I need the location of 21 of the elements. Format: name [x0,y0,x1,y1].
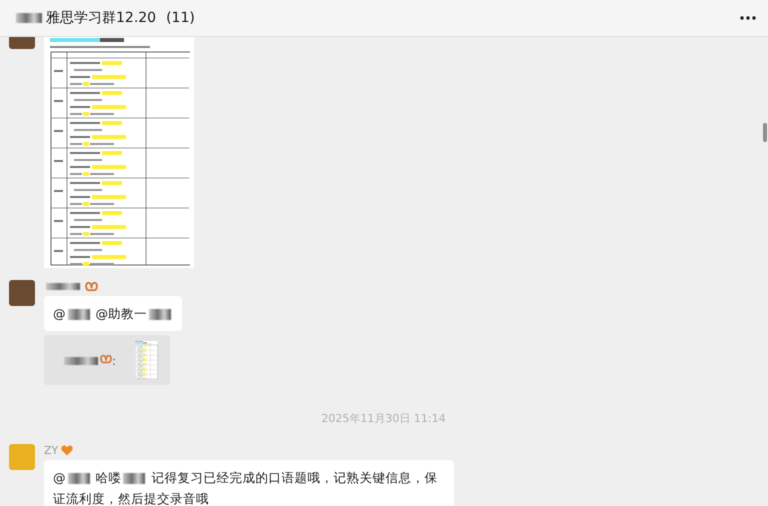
pretzel-icon [85,280,98,292]
redacted-name [16,13,42,23]
sender-name: ZY [44,444,58,456]
timestamp: 2025年11月30日 11:14 [321,411,447,426]
redacted-name [68,309,90,320]
avatar-image[interactable] [9,444,35,470]
message-bubble: @ @助教一 [44,296,182,331]
redacted-name [64,357,98,366]
chat-title: 雅思学习群12.20 [46,9,156,27]
pretzel-icon [100,352,112,364]
redacted-name [68,473,90,484]
quote-text: : [62,352,116,368]
quoted-message[interactable]: : [44,335,170,385]
member-count: (11) [166,10,195,26]
heart-icon [61,444,74,456]
avatar-image[interactable] [9,280,35,306]
redacted-name [123,473,146,484]
redacted-name [148,309,171,320]
redacted-name [46,282,80,290]
more-icon[interactable] [740,16,756,20]
message-bubble: @ 哈喽 记得复习已经完成的口语题哦，记熟关键信息，保证流利度，然后提交录音哦 [44,460,454,506]
